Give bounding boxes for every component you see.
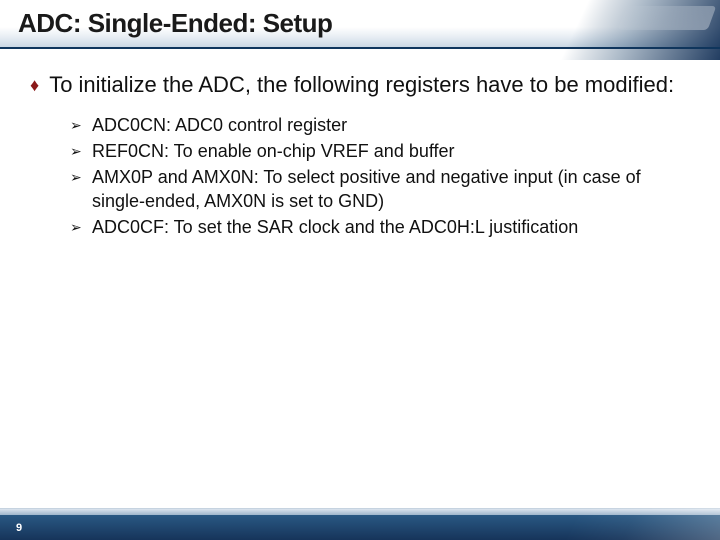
arrow-bullet-icon: ➢ — [70, 139, 84, 163]
list-item: ➢ ADC0CF: To set the SAR clock and the A… — [70, 215, 692, 239]
list-item: ➢ ADC0CN: ADC0 control register — [70, 113, 692, 137]
slide-title: ADC: Single-Ended: Setup — [18, 8, 720, 39]
list-item-text: REF0CN: To enable on-chip VREF and buffe… — [92, 139, 455, 163]
diamond-bullet-icon: ♦ — [30, 71, 39, 99]
list-item: ➢ AMX0P and AMX0N: To select positive an… — [70, 165, 692, 213]
title-bar: ADC: Single-Ended: Setup — [0, 0, 720, 49]
intro-text: To initialize the ADC, the following reg… — [49, 71, 674, 99]
page-number: 9 — [16, 522, 22, 534]
list-item-text: AMX0P and AMX0N: To select positive and … — [92, 165, 692, 213]
intro-row: ♦ To initialize the ADC, the following r… — [28, 71, 692, 99]
footer-decoration — [540, 508, 720, 540]
arrow-bullet-icon: ➢ — [70, 165, 84, 189]
list-item: ➢ REF0CN: To enable on-chip VREF and buf… — [70, 139, 692, 163]
footer-bar — [0, 514, 720, 540]
content-area: ♦ To initialize the ADC, the following r… — [0, 49, 720, 239]
arrow-bullet-icon: ➢ — [70, 113, 84, 137]
list-item-text: ADC0CF: To set the SAR clock and the ADC… — [92, 215, 578, 239]
register-list: ➢ ADC0CN: ADC0 control register ➢ REF0CN… — [28, 113, 692, 239]
slide: ADC: Single-Ended: Setup ♦ To initialize… — [0, 0, 720, 540]
list-item-text: ADC0CN: ADC0 control register — [92, 113, 347, 137]
arrow-bullet-icon: ➢ — [70, 215, 84, 239]
